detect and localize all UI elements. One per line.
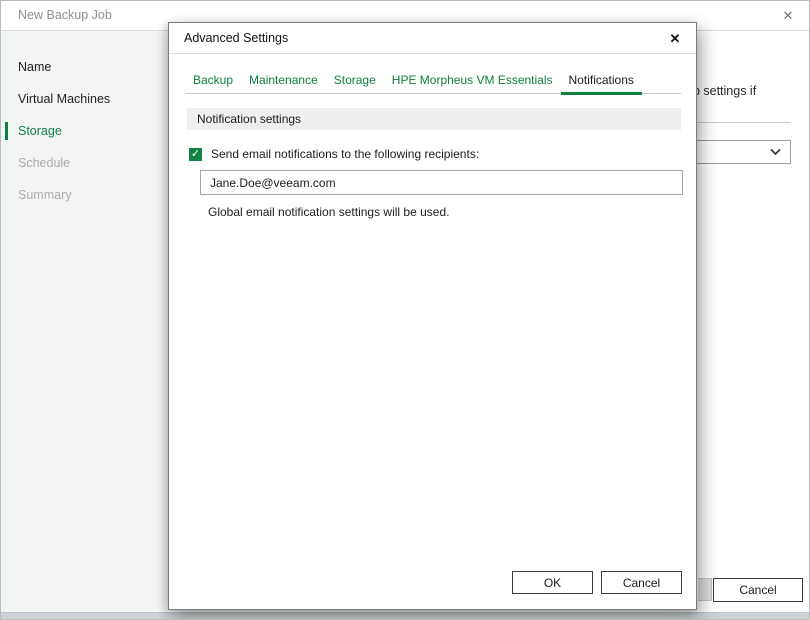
close-icon: ✕ xyxy=(783,8,794,23)
tab-hpe-morpheus-vm-essentials[interactable]: HPE Morpheus VM Essentials xyxy=(384,73,561,93)
sidebar-item-name[interactable]: Name xyxy=(0,51,168,83)
dialog-tab-bar: Backup Maintenance Storage HPE Morpheus … xyxy=(185,73,681,94)
sidebar-item-storage[interactable]: Storage xyxy=(0,115,168,147)
tab-maintenance[interactable]: Maintenance xyxy=(241,73,326,93)
window-close-button[interactable]: ✕ xyxy=(777,5,799,27)
hidden-button-sliver xyxy=(698,578,712,601)
tab-notifications[interactable]: Notifications xyxy=(561,73,642,93)
sidebar-item-schedule[interactable]: Schedule xyxy=(0,147,168,179)
sidebar-item-summary[interactable]: Summary xyxy=(0,179,168,211)
window-bottom-edge xyxy=(0,612,810,620)
sidebar-item-label: Virtual Machines xyxy=(18,92,110,106)
notification-settings-section-header: Notification settings xyxy=(187,108,681,130)
dialog-close-button[interactable]: ✕ xyxy=(664,28,686,50)
recipients-input[interactable] xyxy=(200,170,683,195)
send-email-checkbox-label[interactable]: Send email notifications to the followin… xyxy=(211,147,479,161)
global-settings-note: Global email notification settings will … xyxy=(208,205,696,219)
send-email-checkbox-row: ✓ Send email notifications to the follow… xyxy=(189,147,681,161)
dialog-footer: OK Cancel xyxy=(512,571,682,594)
wizard-step-sidebar: Name Virtual Machines Storage Schedule S… xyxy=(0,31,168,612)
sidebar-item-virtual-machines[interactable]: Virtual Machines xyxy=(0,83,168,115)
tab-storage[interactable]: Storage xyxy=(326,73,384,93)
window-title: New Backup Job xyxy=(18,0,112,31)
chevron-down-icon xyxy=(770,148,781,156)
sidebar-item-label: Schedule xyxy=(18,156,70,170)
wizard-cancel-button[interactable]: Cancel xyxy=(713,578,803,602)
ok-button[interactable]: OK xyxy=(512,571,593,594)
advanced-settings-dialog: Advanced Settings ✕ Backup Maintenance S… xyxy=(168,22,697,610)
dialog-title: Advanced Settings xyxy=(184,23,288,54)
dialog-cancel-button[interactable]: Cancel xyxy=(601,571,682,594)
sidebar-item-label: Summary xyxy=(18,188,71,202)
sidebar-item-label: Name xyxy=(18,60,51,74)
check-icon: ✓ xyxy=(191,148,200,160)
tab-backup[interactable]: Backup xyxy=(185,73,241,93)
dialog-header: Advanced Settings ✕ xyxy=(169,23,696,54)
sidebar-item-label: Storage xyxy=(18,124,62,138)
close-icon: ✕ xyxy=(670,31,681,46)
send-email-checkbox[interactable]: ✓ xyxy=(189,148,202,161)
